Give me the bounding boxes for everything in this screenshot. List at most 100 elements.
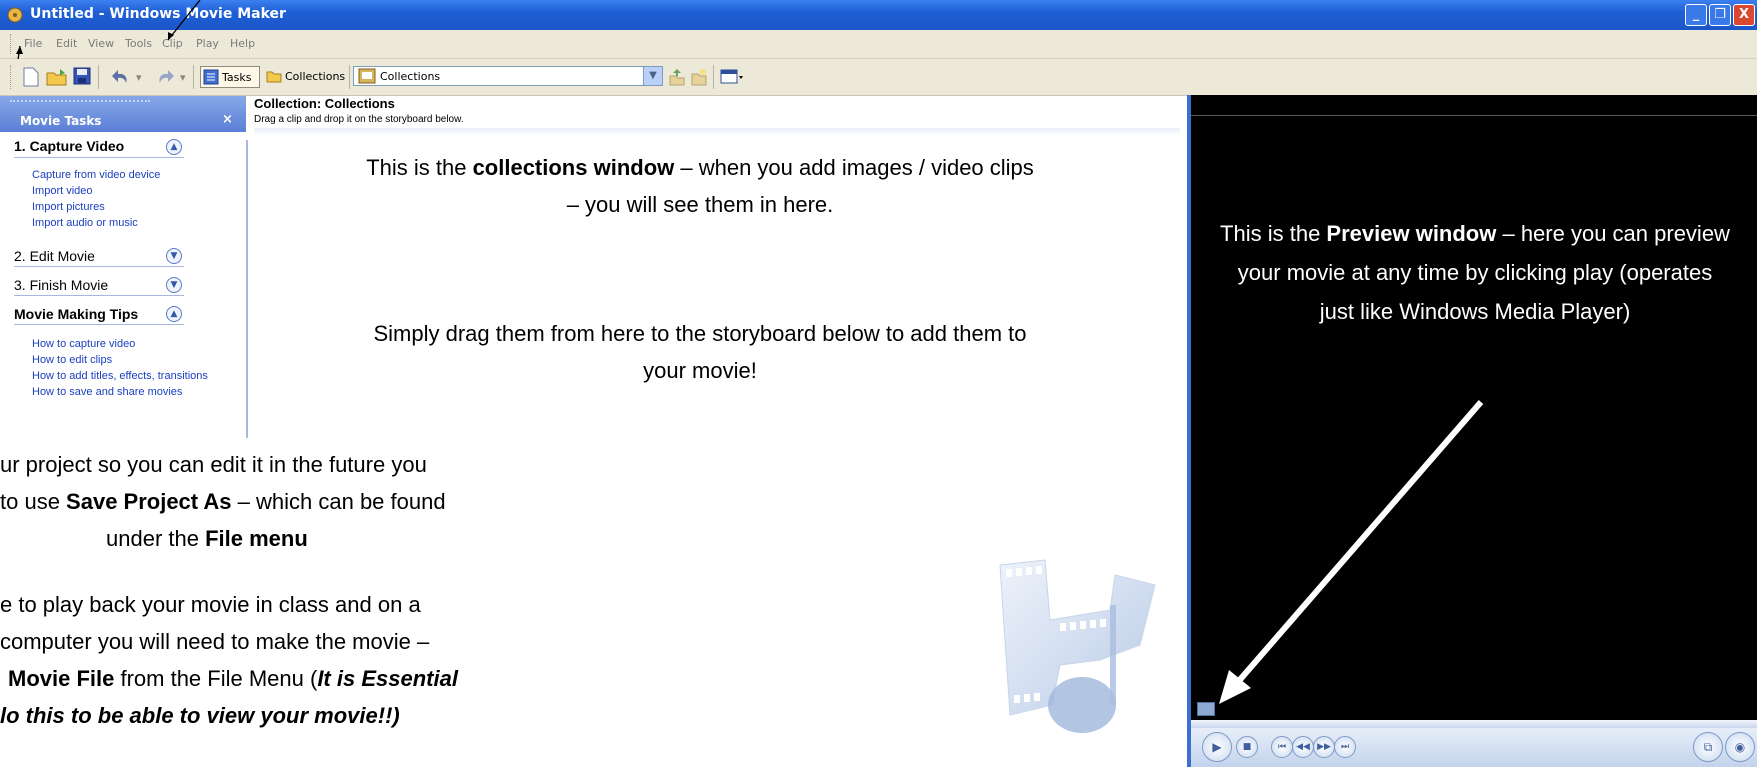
save-movie-note-line4: lo this to be able to view your movie!!)	[0, 697, 400, 734]
toolbar-separator	[193, 65, 194, 89]
chevron-up-icon[interactable]: ▲	[166, 306, 182, 322]
save-project-note-line1: ur project so you can edit it in the fut…	[0, 452, 427, 477]
title-bar: Untitled - Windows Movie Maker _ ❐ X	[0, 0, 1757, 30]
section-divider	[14, 266, 184, 267]
rewind-icon[interactable]: ◀◀	[1292, 736, 1314, 758]
split-clip-icon[interactable]: ⧉	[1693, 732, 1723, 762]
collections-folder-icon	[358, 68, 376, 84]
movie-tasks-header: Movie Tasks ×	[0, 96, 246, 132]
preview-window	[1187, 95, 1757, 767]
menu-view[interactable]: View	[88, 37, 114, 50]
link-how-to-edit[interactable]: How to edit clips	[32, 354, 112, 366]
link-how-to-capture[interactable]: How to capture video	[32, 338, 135, 350]
menu-tools[interactable]: Tools	[125, 37, 152, 50]
undo-dropdown-icon[interactable]: ▾	[136, 71, 142, 84]
close-button[interactable]: X	[1733, 4, 1755, 26]
minimize-button[interactable]: _	[1685, 4, 1707, 26]
collections-dropdown-value: Collections	[380, 70, 441, 83]
link-import-audio[interactable]: Import audio or music	[32, 217, 138, 229]
note-bold-italic: lo this to be able to view your movie!!)	[0, 703, 400, 728]
toolbar-separator	[98, 65, 99, 89]
link-how-to-add-titles[interactable]: How to add titles, effects, transitions	[32, 370, 208, 382]
menu-clip[interactable]: Clip	[162, 37, 183, 50]
note-text: This is the	[366, 155, 473, 180]
note-bold: Movie File	[8, 666, 115, 691]
new-collection-icon[interactable]	[690, 68, 708, 86]
views-icon[interactable]	[720, 68, 746, 86]
note-text: under the	[106, 526, 206, 551]
close-icon[interactable]: ×	[222, 112, 233, 127]
restore-button[interactable]: ❐	[1709, 4, 1731, 26]
new-project-icon[interactable]	[22, 67, 40, 87]
collection-subtitle: Drag a clip and drop it on the storyboar…	[254, 114, 464, 125]
section-movie-making-tips[interactable]: Movie Making Tips	[14, 306, 138, 322]
chevron-up-icon[interactable]: ▲	[166, 139, 182, 155]
section-divider	[14, 324, 184, 325]
preview-window-note: This is the Preview window – here you ca…	[1220, 214, 1730, 331]
link-how-to-save[interactable]: How to save and share movies	[32, 386, 182, 398]
drag-to-storyboard-note: Simply drag them from here to the storyb…	[373, 321, 1027, 383]
redo-icon[interactable]	[154, 68, 176, 86]
toolbar-separator	[349, 65, 350, 89]
save-project-icon[interactable]	[73, 67, 91, 85]
chevron-down-icon[interactable]: ▼	[166, 248, 182, 264]
save-movie-note-line2: computer you will need to make the movie…	[0, 629, 430, 654]
note-bold: Preview window	[1326, 221, 1497, 246]
link-import-pictures[interactable]: Import pictures	[32, 201, 105, 213]
fullscreen-icon[interactable]	[1197, 702, 1215, 716]
undo-icon[interactable]	[110, 68, 132, 86]
note-bold: Save Project As	[66, 489, 232, 514]
save-movie-note-line1: e to play back your movie in class and o…	[0, 592, 421, 617]
toolbar-grip	[10, 65, 14, 89]
play-icon[interactable]: ▶	[1202, 732, 1232, 762]
next-frame-icon[interactable]: ⏭	[1334, 736, 1356, 758]
collections-dropdown[interactable]: Collections ▼	[353, 66, 663, 86]
tasks-button[interactable]: Tasks	[200, 66, 260, 88]
take-picture-icon[interactable]: ◉	[1725, 732, 1755, 762]
section-edit-movie[interactable]: 2. Edit Movie	[14, 248, 95, 264]
previous-frame-icon[interactable]: ⏮	[1271, 736, 1293, 758]
collection-header-shade	[254, 128, 1180, 136]
collections-window-note: This is the collections window – when yo…	[360, 149, 1040, 223]
note-bold: collections window	[472, 155, 675, 180]
note-text: to use	[0, 489, 67, 514]
tasks-icon	[203, 69, 219, 85]
toolbar-separator	[713, 65, 714, 89]
preview-divider	[1191, 115, 1757, 116]
chevron-down-icon[interactable]: ▼	[166, 277, 182, 293]
menu-grip	[10, 34, 14, 54]
tasks-label: Tasks	[222, 71, 252, 84]
save-project-note-line3: under the File menu	[106, 520, 308, 557]
task-pane-border	[246, 140, 248, 438]
toolbar: ▾ ▾ Tasks Collections Collections ▼	[0, 59, 1757, 96]
collections-button[interactable]: Collections	[264, 66, 346, 88]
link-import-video[interactable]: Import video	[32, 185, 93, 197]
link-capture-from-device[interactable]: Capture from video device	[32, 169, 160, 181]
open-project-icon[interactable]	[46, 67, 68, 87]
menu-play[interactable]: Play	[196, 37, 219, 50]
seek-bar[interactable]	[1191, 720, 1757, 728]
film-music-watermark-icon	[999, 559, 1156, 733]
section-finish-movie[interactable]: 3. Finish Movie	[14, 277, 108, 293]
chevron-down-icon[interactable]: ▼	[643, 67, 662, 85]
note-bold-italic: It is Essential	[317, 666, 458, 691]
menu-edit[interactable]: Edit	[56, 37, 77, 50]
collection-title: Collection: Collections	[254, 96, 395, 111]
collections-label: Collections	[285, 70, 346, 83]
fast-forward-icon[interactable]: ▶▶	[1313, 736, 1335, 758]
section-capture-video[interactable]: 1. Capture Video	[14, 138, 124, 154]
redo-dropdown-icon[interactable]: ▾	[180, 71, 186, 84]
note-text: This is the	[1220, 221, 1327, 246]
note-text: from the File Menu (	[114, 666, 318, 691]
collections-folder-icon	[266, 71, 282, 83]
save-movie-note-line3: Movie File from the File Menu (It is Ess…	[8, 660, 458, 697]
note-bold: File menu	[205, 526, 308, 551]
menu-help[interactable]: Help	[230, 37, 255, 50]
header-grip	[10, 100, 150, 106]
menu-file[interactable]: File	[24, 37, 42, 50]
note-text: – which can be found	[231, 489, 446, 514]
save-project-note-line2: to use Save Project As – which can be fo…	[0, 483, 446, 520]
up-level-icon[interactable]	[668, 68, 686, 86]
menu-bar: File Edit View Tools Clip Play Help	[0, 30, 1757, 59]
stop-icon[interactable]: ■	[1236, 736, 1258, 758]
